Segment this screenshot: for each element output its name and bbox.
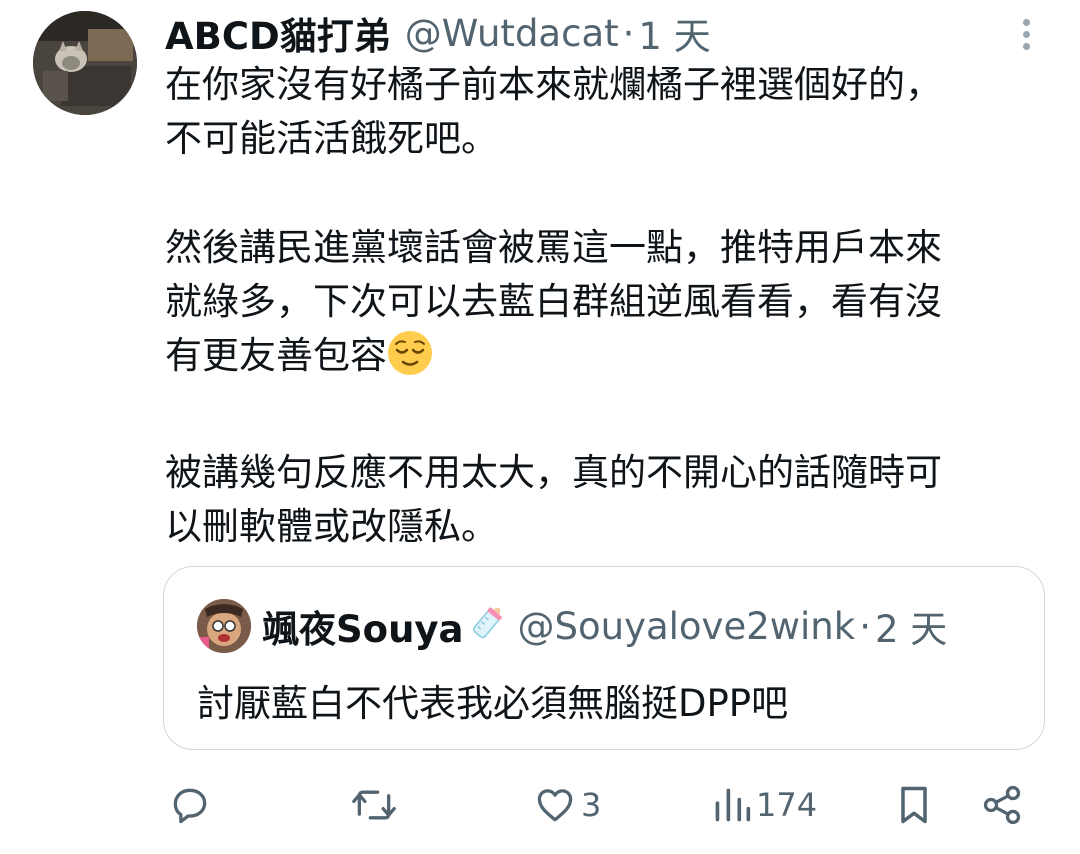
- tweet-paragraph-2: 然後講民進黨壞話會被罵這一點，推特用戶本來 就綠多，下次可以去藍白群組逆風看看，…: [165, 221, 1055, 391]
- author-avatar[interactable]: [33, 11, 137, 115]
- quoted-avatar-image: [197, 599, 251, 653]
- share-icon: [983, 785, 1021, 825]
- tweet-action-bar: 3 174: [0, 770, 1080, 840]
- header-separator: ·: [622, 11, 635, 55]
- baby-bottle-emoji-icon: [466, 600, 510, 653]
- author-handle[interactable]: @Wutdacat: [405, 12, 619, 55]
- quoted-timestamp[interactable]: 2 天: [875, 599, 947, 653]
- bookmark-icon: [901, 786, 927, 824]
- tweet-paragraph-1: 在你家沒有好橘子前本來就爛橘子裡選個好的， 不可能活活餓死吧。: [165, 63, 942, 160]
- tweet-text: 在你家沒有好橘子前本來就爛橘子裡選個好的， 不可能活活餓死吧。 然後講民進黨壞話…: [165, 58, 1055, 554]
- share-button[interactable]: [980, 770, 1024, 840]
- author-display-name[interactable]: ABCD貓打弟: [165, 6, 391, 60]
- tweet-paragraph-2-text: 然後講民進黨壞話會被罵這一點，推特用戶本來 就綠多，下次可以去藍白群組逆風看看，…: [165, 226, 942, 377]
- heart-icon: [537, 789, 573, 822]
- quoted-tweet-text: 討厭藍白不代表我必須無腦挺DPP吧: [197, 682, 789, 725]
- bookmark-button[interactable]: [893, 770, 935, 840]
- more-options-icon[interactable]: [1012, 14, 1040, 54]
- retweet-button[interactable]: [350, 770, 398, 840]
- retweet-icon: [352, 790, 396, 820]
- tweet-timestamp[interactable]: 1 天: [638, 6, 710, 60]
- cat-photo: [33, 11, 137, 115]
- quoted-display-name[interactable]: 颯夜Souya: [262, 599, 464, 653]
- reply-icon: [173, 788, 207, 824]
- like-button[interactable]: 3: [533, 770, 601, 840]
- quoted-tweet-card[interactable]: 颯夜Souya @Souyalove2wink · 2 天 討厭藍白不代表我必須…: [163, 566, 1045, 750]
- quoted-tweet-header: 颯夜Souya @Souyalove2wink · 2 天: [262, 599, 947, 653]
- relieved-face-emoji-icon: [387, 330, 433, 391]
- quoted-header-separator: ·: [859, 604, 871, 648]
- views-count: 174: [756, 786, 818, 824]
- tweet-header: ABCD貓打弟 @Wutdacat · 1 天: [165, 10, 711, 59]
- reply-button[interactable]: [168, 770, 212, 840]
- like-count: 3: [581, 786, 602, 824]
- tweet-paragraph-3: 被講幾句反應不用太大，真的不開心的話隨時可 以刪軟體或改隱私。: [165, 451, 942, 548]
- views-button[interactable]: 174: [712, 770, 817, 840]
- views-chart-icon: [715, 788, 751, 822]
- quoted-author-avatar[interactable]: [197, 599, 251, 653]
- quoted-handle[interactable]: @Souyalove2wink: [518, 605, 856, 648]
